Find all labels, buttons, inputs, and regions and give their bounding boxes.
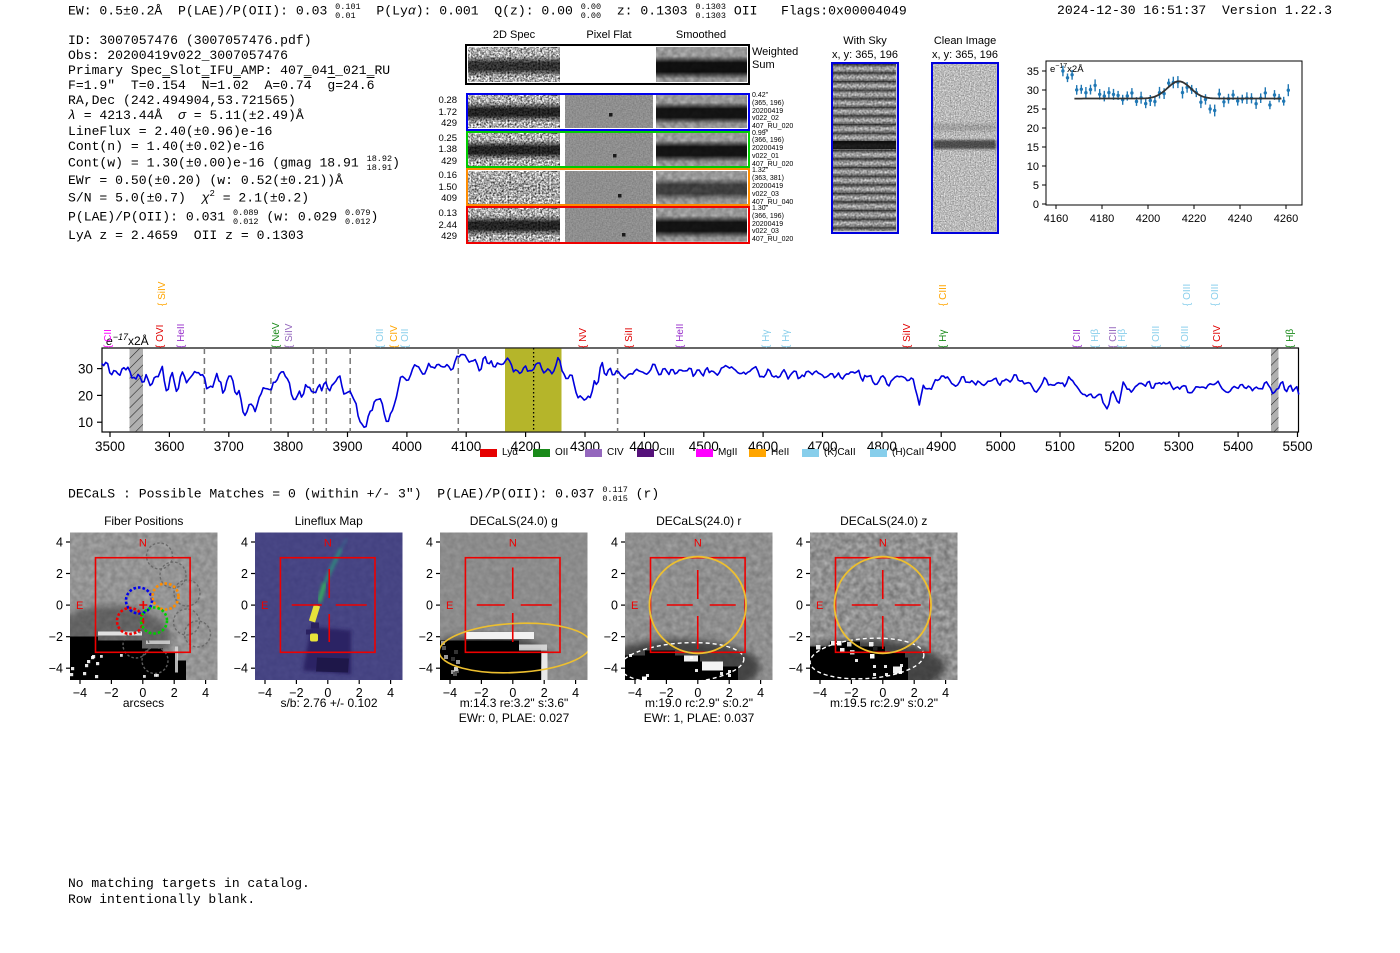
svg-text:10: 10 bbox=[78, 415, 93, 430]
svg-text:−2: −2 bbox=[789, 630, 803, 644]
svg-text:N: N bbox=[139, 538, 147, 550]
svg-text:5000: 5000 bbox=[986, 439, 1016, 454]
svg-text:N: N bbox=[694, 538, 702, 550]
svg-text:3500: 3500 bbox=[95, 439, 125, 454]
svg-text:5500: 5500 bbox=[1282, 439, 1312, 454]
svg-text:30: 30 bbox=[78, 362, 93, 377]
svg-text:4220: 4220 bbox=[1182, 213, 1206, 225]
svg-text:35: 35 bbox=[1027, 66, 1039, 78]
svg-text:25: 25 bbox=[1027, 104, 1039, 116]
svg-text:2: 2 bbox=[611, 567, 618, 581]
svg-text:3800: 3800 bbox=[273, 439, 303, 454]
svg-text:5300: 5300 bbox=[1164, 439, 1194, 454]
svg-text:4180: 4180 bbox=[1090, 213, 1114, 225]
svg-text:4: 4 bbox=[611, 536, 618, 550]
svg-text:20: 20 bbox=[1027, 123, 1039, 135]
svg-text:4: 4 bbox=[426, 536, 433, 550]
svg-text:N: N bbox=[509, 538, 517, 550]
svg-text:0: 0 bbox=[1033, 199, 1039, 211]
svg-text:4240: 4240 bbox=[1228, 213, 1252, 225]
svg-text:10: 10 bbox=[1027, 161, 1039, 173]
svg-text:4260: 4260 bbox=[1274, 213, 1298, 225]
svg-text:4200: 4200 bbox=[1136, 213, 1160, 225]
svg-text:5: 5 bbox=[1033, 180, 1039, 192]
svg-text:−2: −2 bbox=[419, 630, 433, 644]
svg-text:5200: 5200 bbox=[1104, 439, 1134, 454]
svg-text:4: 4 bbox=[796, 536, 803, 550]
svg-text:0: 0 bbox=[56, 599, 63, 613]
svg-text:0: 0 bbox=[796, 599, 803, 613]
svg-text:3900: 3900 bbox=[332, 439, 362, 454]
svg-text:E: E bbox=[261, 600, 268, 612]
svg-text:−4: −4 bbox=[604, 662, 618, 676]
svg-text:0: 0 bbox=[241, 599, 248, 613]
svg-text:4000: 4000 bbox=[392, 439, 422, 454]
svg-text:−2: −2 bbox=[234, 630, 248, 644]
svg-text:E: E bbox=[816, 600, 823, 612]
svg-text:0: 0 bbox=[611, 599, 618, 613]
svg-text:2: 2 bbox=[241, 567, 248, 581]
svg-text:N: N bbox=[879, 538, 887, 550]
svg-text:5100: 5100 bbox=[1045, 439, 1075, 454]
svg-text:15: 15 bbox=[1027, 142, 1039, 154]
svg-text:2: 2 bbox=[796, 567, 803, 581]
svg-text:3600: 3600 bbox=[154, 439, 184, 454]
svg-text:20: 20 bbox=[78, 388, 93, 403]
svg-text:3700: 3700 bbox=[214, 439, 244, 454]
svg-text:−4: −4 bbox=[419, 662, 433, 676]
svg-text:4: 4 bbox=[241, 536, 248, 550]
svg-text:−2: −2 bbox=[49, 630, 63, 644]
svg-text:E: E bbox=[446, 600, 453, 612]
svg-text:e−17x2Å: e−17x2Å bbox=[1050, 63, 1084, 75]
svg-text:−4: −4 bbox=[49, 662, 63, 676]
svg-text:0: 0 bbox=[426, 599, 433, 613]
svg-text:30: 30 bbox=[1027, 85, 1039, 97]
svg-text:4900: 4900 bbox=[926, 439, 956, 454]
svg-text:4: 4 bbox=[56, 536, 63, 550]
svg-text:5400: 5400 bbox=[1223, 439, 1253, 454]
svg-text:2: 2 bbox=[56, 567, 63, 581]
svg-text:2: 2 bbox=[426, 567, 433, 581]
svg-text:4100: 4100 bbox=[451, 439, 481, 454]
svg-text:−4: −4 bbox=[789, 662, 803, 676]
svg-text:N: N bbox=[324, 538, 332, 550]
svg-text:−4: −4 bbox=[234, 662, 248, 676]
svg-text:4160: 4160 bbox=[1044, 213, 1068, 225]
svg-text:E: E bbox=[76, 600, 83, 612]
svg-text:E: E bbox=[631, 600, 638, 612]
svg-text:−2: −2 bbox=[604, 630, 618, 644]
